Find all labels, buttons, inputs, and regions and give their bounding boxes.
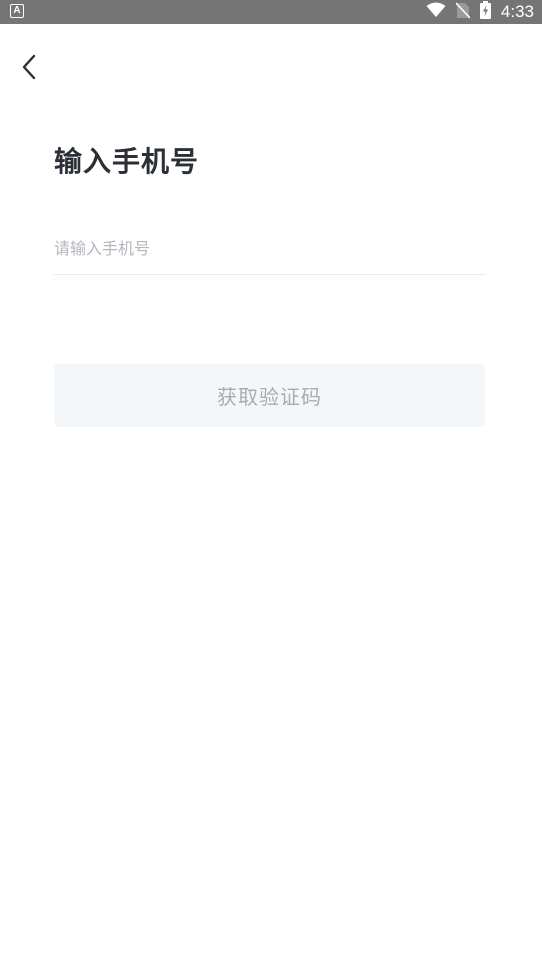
page-title: 输入手机号 [54,145,200,178]
phone-field [54,228,486,275]
chevron-left-icon [22,54,36,80]
phone-input[interactable] [54,228,486,268]
get-code-button[interactable]: 获取验证码 [54,364,485,427]
app-notification-icon: A [10,4,24,18]
status-bar: A 4:33 [0,0,542,24]
status-time: 4:33 [500,2,534,21]
back-button[interactable] [14,50,44,84]
battery-charging-icon [479,1,491,23]
status-icons: 4:33 [426,0,534,24]
no-sim-icon [455,1,471,23]
wifi-icon [426,2,446,22]
